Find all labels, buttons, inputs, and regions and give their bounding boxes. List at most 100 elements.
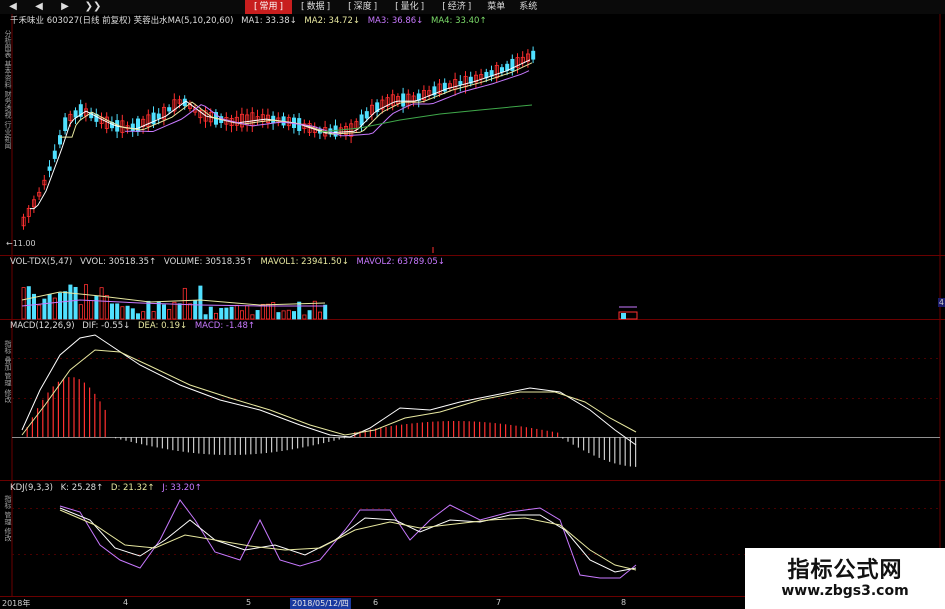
volume-bar (203, 314, 208, 320)
volume-bar (141, 311, 146, 320)
volume-bar (84, 284, 89, 320)
candlestick-series (21, 46, 536, 230)
volume-bar (130, 308, 135, 320)
volume-bar (187, 303, 192, 320)
volume-bar (151, 311, 156, 320)
candle-body (401, 93, 406, 107)
j-value: J: 33.20↑ (162, 483, 202, 493)
volume-bar (312, 300, 317, 320)
volume-bar (177, 303, 182, 320)
volume-bar (52, 297, 57, 320)
last-candle-marker (432, 247, 638, 320)
volume-bar (250, 314, 255, 320)
dea-value: DEA: 0.19↓ (137, 321, 188, 331)
volume-bar (245, 305, 250, 320)
x-axis-cursor-date: 2018/05/12/四 (290, 598, 351, 609)
volume-bar (260, 303, 265, 320)
x-axis-month-8: 8 (621, 598, 627, 607)
volume-bar (193, 300, 198, 320)
kdj-indicator-info: KDJ(9,3,3) K: 25.28↑ D: 21.32↑ J: 33.20↑ (10, 483, 207, 494)
volume-bar (125, 305, 130, 320)
candle-body (47, 166, 52, 171)
volume-bar (198, 285, 203, 320)
candle-body (167, 107, 172, 112)
volume-bar (281, 310, 286, 320)
macd-indicator-info: MACD(12,26,9) DIF: -0.55↓ DEA: 0.19↓ MAC… (10, 321, 260, 332)
volume-bar (37, 304, 42, 320)
volume-bar (99, 287, 104, 320)
volume-bar (208, 306, 213, 320)
volume-bar (302, 314, 307, 320)
candle-body (364, 111, 369, 119)
volume-bar (78, 304, 83, 320)
volume-bars (21, 284, 328, 320)
grid-lines (0, 14, 945, 597)
volume-bar (104, 295, 109, 320)
stock-title: 千禾味业 603027(日线 前复权) 芙蓉出水MA(5,10,20,60) (10, 16, 234, 26)
volume-bar (224, 307, 229, 320)
candle-body (52, 150, 57, 159)
volume-bar (276, 312, 281, 320)
side-tab-main[interactable]: 分析图表 基本资料 财务透视 行业新闻 (0, 30, 12, 235)
volume-bar (182, 287, 187, 320)
mavol1-line (21, 291, 326, 306)
x-axis-month-6: 6 (373, 598, 379, 607)
volume-bar (219, 307, 224, 320)
candle-body (531, 50, 536, 60)
volume-bar (21, 287, 26, 320)
volume-bar (255, 310, 260, 320)
volume-bar (307, 310, 312, 320)
volume-bar (110, 303, 115, 320)
d-value: D: 21.32↑ (110, 483, 155, 493)
volume-bar (239, 310, 244, 320)
candle-body (499, 67, 504, 73)
volume-indicator-info: VOL-TDX(5,47) VVOL: 30518.35↑ VOLUME: 30… (10, 257, 450, 268)
watermark-title: 指标公式网 (787, 558, 903, 583)
volume-bar (26, 286, 31, 320)
k-value: K: 25.28↑ (60, 483, 104, 493)
x-axis-month-4: 4 (123, 598, 129, 607)
dea-line (21, 349, 637, 436)
volume-bar (229, 306, 234, 320)
volume-bar (234, 304, 239, 320)
volume-bar (63, 291, 68, 320)
x-axis-month-7: 7 (496, 598, 502, 607)
volume-bar (89, 300, 94, 320)
side-tab-kdj[interactable]: 指标 管理 修改 (0, 495, 12, 590)
j-line (59, 499, 637, 579)
volume-bar (291, 311, 296, 320)
candle-body (156, 113, 161, 119)
mavol2-value: MAVOL2: 63789.05↓ (356, 257, 445, 267)
volume-bar (156, 301, 161, 320)
macd-lines (21, 334, 637, 446)
macd-name: MACD(12,26,9) (10, 321, 75, 331)
volume-bar (172, 301, 177, 320)
macd-histogram (26, 377, 637, 467)
side-tab-macd[interactable]: 指标 叠加 管理 修改 (0, 340, 12, 470)
volume-bar (135, 313, 140, 320)
volume-bar (73, 286, 78, 320)
volume-bar (213, 312, 218, 320)
volume-bar (161, 304, 166, 320)
volume-bar (58, 292, 63, 320)
x-axis-year: 2018年 (2, 599, 31, 608)
stock-chart-canvas (0, 14, 945, 597)
volume-bar (47, 293, 52, 320)
candle-body (73, 110, 78, 118)
watermark-url: www.zbgs3.com (781, 583, 909, 599)
mavol1-value: MAVOL1: 23941.50↓ (260, 257, 349, 267)
candle-body (63, 117, 68, 132)
right-scale-label: 4 (937, 298, 945, 307)
vol-name: VOL-TDX(5,47) (10, 257, 73, 267)
volume-bar (167, 309, 172, 320)
candle-body (130, 123, 135, 132)
vvol-value: VVOL: 30518.35↑ (80, 257, 157, 267)
main-indicator-info: 千禾味业 603027(日线 前复权) 芙蓉出水MA(5,10,20,60) M… (10, 16, 492, 27)
k-line (59, 507, 637, 573)
volume-bar (42, 298, 47, 320)
x-axis-month-5: 5 (246, 598, 252, 607)
candle-body (359, 114, 364, 126)
kdj-name: KDJ(9,3,3) (10, 483, 53, 493)
volume-bar (120, 306, 125, 320)
dif-value: DIF: -0.55↓ (82, 321, 131, 331)
